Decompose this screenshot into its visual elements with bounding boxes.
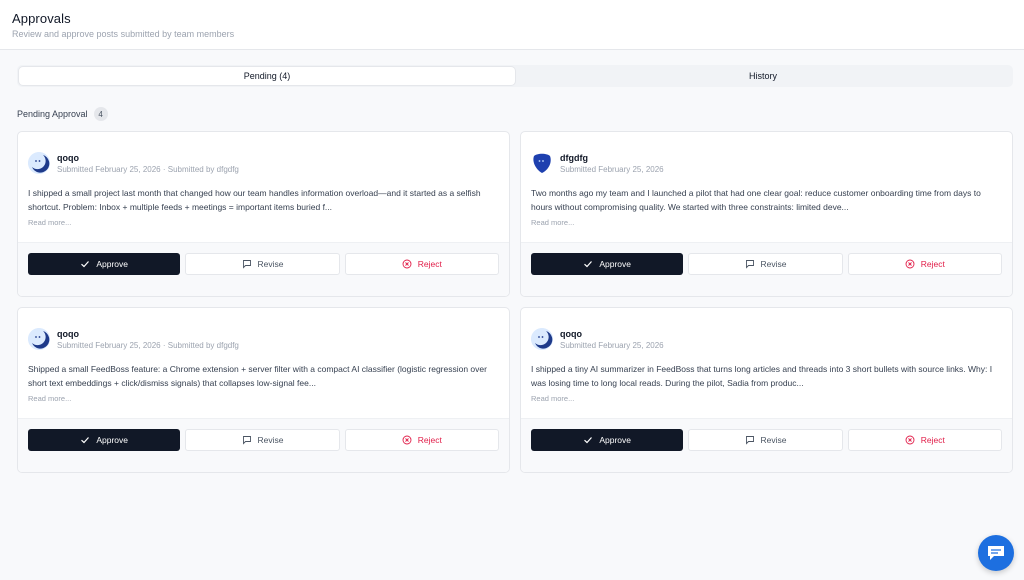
- tab-pending[interactable]: Pending (4): [19, 67, 515, 85]
- light-moon-avatar: [531, 328, 553, 350]
- dark-blob-avatar: [531, 152, 553, 174]
- card-actions: Approve Revise Reject: [18, 418, 509, 472]
- chat-support-button[interactable]: [978, 535, 1014, 571]
- message-icon: [242, 436, 251, 445]
- post-excerpt: Shipped a small FeedBoss feature: a Chro…: [28, 364, 487, 388]
- x-circle-icon: [402, 435, 412, 445]
- card-actions: Approve Revise Reject: [521, 242, 1012, 296]
- approval-card: qoqo Submitted February 25, 2026 · Submi…: [17, 307, 510, 473]
- tab-history[interactable]: History: [515, 67, 1011, 85]
- submission-meta: Submitted February 25, 2026 · Submitted …: [57, 164, 239, 174]
- reject-label: Reject: [920, 435, 945, 445]
- read-more-link[interactable]: Read more...: [28, 394, 499, 403]
- reject-button[interactable]: Reject: [847, 429, 1002, 451]
- section-header: Pending Approval 4: [17, 107, 108, 121]
- revise-button[interactable]: Revise: [688, 253, 843, 275]
- read-more-link[interactable]: Read more...: [531, 394, 1002, 403]
- revise-button[interactable]: Revise: [185, 253, 340, 275]
- reject-button[interactable]: Reject: [344, 429, 499, 451]
- x-circle-icon: [905, 435, 915, 445]
- check-icon: [81, 261, 90, 268]
- card-actions: Approve Revise Reject: [521, 418, 1012, 472]
- pending-count-badge: 4: [93, 107, 108, 121]
- author-name: dfgdfg: [560, 152, 588, 163]
- message-icon: [745, 260, 754, 269]
- reject-label: Reject: [417, 435, 442, 445]
- light-moon-avatar: [28, 152, 50, 174]
- revise-label: Revise: [760, 259, 787, 269]
- post-excerpt: I shipped a tiny AI summarizer in FeedBo…: [531, 364, 993, 388]
- approval-card: qoqo Submitted February 25, 2026 I shipp…: [520, 307, 1013, 473]
- light-moon-avatar: [28, 328, 50, 350]
- check-icon: [584, 437, 593, 444]
- approve-label: Approve: [599, 259, 631, 269]
- revise-label: Revise: [257, 259, 284, 269]
- page-subtitle: Review and approve posts submitted by te…: [12, 29, 235, 39]
- x-circle-icon: [905, 259, 915, 269]
- page-title: Approvals: [12, 11, 71, 26]
- author-name: qoqo: [57, 328, 79, 339]
- revise-label: Revise: [257, 435, 284, 445]
- chat-bubble-icon: [988, 546, 1004, 560]
- section-title: Pending Approval: [17, 109, 88, 119]
- message-icon: [745, 436, 754, 445]
- submission-meta: Submitted February 25, 2026 · Submitted …: [57, 340, 239, 350]
- read-more-link[interactable]: Read more...: [531, 218, 1002, 227]
- approve-button[interactable]: Approve: [28, 429, 181, 451]
- post-excerpt: Two months ago my team and I launched a …: [531, 188, 981, 212]
- submission-meta: Submitted February 25, 2026: [560, 340, 664, 350]
- post-excerpt: I shipped a small project last month tha…: [28, 188, 481, 212]
- reject-label: Reject: [920, 259, 945, 269]
- tab-bar: Pending (4) History: [17, 65, 1013, 87]
- approve-label: Approve: [599, 435, 631, 445]
- approve-button[interactable]: Approve: [531, 429, 684, 451]
- reject-button[interactable]: Reject: [344, 253, 499, 275]
- check-icon: [584, 261, 593, 268]
- approve-button[interactable]: Approve: [28, 253, 181, 275]
- approve-label: Approve: [96, 259, 128, 269]
- reject-label: Reject: [417, 259, 442, 269]
- approval-grid: qoqo Submitted February 25, 2026 · Submi…: [17, 131, 1013, 473]
- approve-button[interactable]: Approve: [531, 253, 684, 275]
- read-more-link[interactable]: Read more...: [28, 218, 499, 227]
- author-name: qoqo: [560, 328, 582, 339]
- author-name: qoqo: [57, 152, 79, 163]
- message-icon: [242, 260, 251, 269]
- approval-card: qoqo Submitted February 25, 2026 · Submi…: [17, 131, 510, 297]
- revise-button[interactable]: Revise: [185, 429, 340, 451]
- page-header: Approvals Review and approve posts submi…: [0, 0, 1024, 50]
- submission-meta: Submitted February 25, 2026: [560, 164, 664, 174]
- approval-card: dfgdfg Submitted February 25, 2026 Two m…: [520, 131, 1013, 297]
- check-icon: [81, 437, 90, 444]
- card-actions: Approve Revise Reject: [18, 242, 509, 296]
- reject-button[interactable]: Reject: [847, 253, 1002, 275]
- approve-label: Approve: [96, 435, 128, 445]
- revise-button[interactable]: Revise: [688, 429, 843, 451]
- revise-label: Revise: [760, 435, 787, 445]
- x-circle-icon: [402, 259, 412, 269]
